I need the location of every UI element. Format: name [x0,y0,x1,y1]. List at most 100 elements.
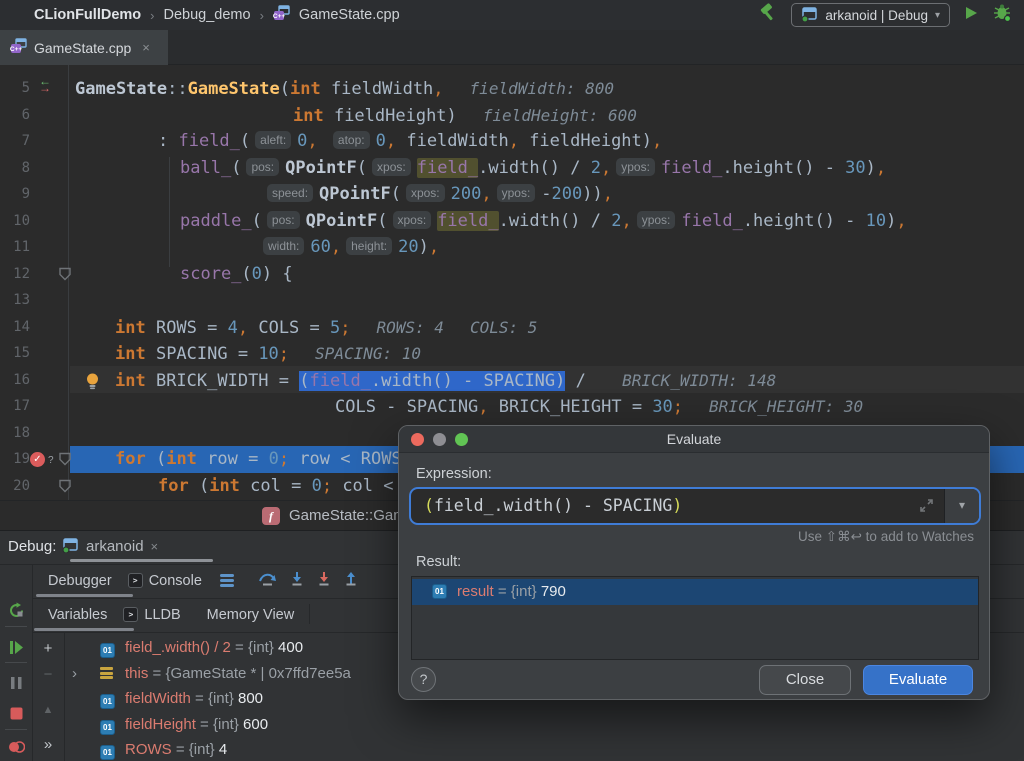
debug-bug-icon[interactable] [992,3,1012,27]
inline-debugger-value: BRICK_WIDTH: 148 [622,370,777,390]
tab-debugger[interactable]: Debugger [48,573,112,589]
build-hammer-icon[interactable] [758,2,778,28]
line-number: 15 [13,345,30,361]
dialog-title-bar[interactable]: Evaluate [399,426,989,453]
step-into-icon[interactable] [289,571,305,590]
code-token: - [541,184,552,204]
line-number: 14 [13,318,30,335]
code-token: 30 [652,397,673,417]
line-number: 9 [21,186,30,202]
result-row[interactable]: 01 result = {int} 790 [412,579,978,605]
breadcrumb-file[interactable]: GameState.cpp [299,7,400,23]
primitive-value-icon: 01 [432,584,447,599]
expression-value[interactable]: (field_.width() - SPACING) [424,489,682,522]
code-line[interactable]: 12 score_(0) { [0,261,1024,288]
debug-session-tab[interactable]: arkanoid × [62,531,158,562]
zoom-window-icon[interactable] [455,433,468,446]
resume-icon[interactable] [0,640,32,660]
line-number: 16 [13,371,30,388]
more-button[interactable]: » [32,736,64,753]
app-icon [801,6,818,25]
code-line[interactable]: 7: field_(aleft: 0, atop: 0, fieldWidth, f… [0,128,1024,155]
code-token: fieldHeight) [518,131,653,151]
result-text: result = {int} 790 [457,583,566,600]
tab-lldb[interactable]: LLDB [144,607,180,623]
remove-watch-button[interactable]: − [32,666,64,683]
code-token: ( [356,157,368,178]
tab-memory-view[interactable]: Memory View [207,607,295,623]
code-line[interactable]: 16 int BRICK_WIDTH = (field_.width() - SP… [0,367,1024,394]
terminal-icon: > [123,607,139,622]
run-configuration-selector[interactable]: arkanoid | Debug ▾ [791,3,950,27]
inline-marker-icon[interactable] [58,267,72,286]
close-window-icon[interactable] [411,433,424,446]
dialog-title: Evaluate [666,431,722,447]
expand-chevron-icon[interactable]: › [72,661,77,686]
code-token: 0 [297,131,308,151]
code-line[interactable]: 6 int fieldHeight) fieldHeight: 600 [0,102,1024,129]
code-token: : [158,131,179,151]
code-line[interactable]: 9 speed: QPointF(xpos: 200, ypos: -200)), [0,181,1024,208]
move-watch-up-button[interactable]: ▲ [32,704,64,716]
expand-icon[interactable] [919,498,934,518]
title-bar: CLionFullDemo › Debug_demo › C++ GameSta… [0,0,1024,30]
pause-icon[interactable] [0,676,32,695]
code-token: row = [196,449,269,469]
stop-icon[interactable] [0,707,32,725]
step-out-icon[interactable] [343,571,359,590]
variable-row[interactable]: 01 ROWS = {int} 4 [65,737,1024,761]
close-button[interactable]: Close [759,665,851,695]
evaluate-button[interactable]: Evaluate [863,665,973,695]
active-tab-indicator [34,628,134,631]
tab-console[interactable]: Console [149,573,202,589]
close-session-icon[interactable]: × [151,539,159,554]
code-token: .width() / [478,157,591,178]
inline-marker-icon[interactable] [58,479,72,498]
code-token: 4 [227,317,238,338]
code-line[interactable]: 15 int SPACING = 10; SPACING: 10 [0,340,1024,367]
parameter-hint: xpos: [372,157,411,176]
code-token: ( [145,449,167,469]
expression-input[interactable]: (field_.width() - SPACING) ▾ [411,489,979,523]
code-text: int SPACING = 10; SPACING: 10 [115,340,421,368]
help-button[interactable]: ? [411,667,436,692]
add-watch-button[interactable]: + [32,640,64,657]
code-token: , [433,79,444,99]
code-line[interactable]: 13 [0,287,1024,314]
layout-menu-icon[interactable] [219,572,234,590]
expression-history-dropdown[interactable]: ▾ [944,489,979,523]
parameter-hint: xpos: [392,210,432,229]
force-step-into-icon[interactable] [316,571,332,590]
code-line[interactable]: 14 int ROWS = 4, COLS = 5; ROWS: 4 COLS: 5 [0,314,1024,341]
mute-breakpoints-icon[interactable] [0,740,32,759]
code-token: QPointF [319,184,391,204]
result-list[interactable]: 01 result = {int} 790 [411,576,979,660]
code-token: ( [231,157,242,178]
code-token: col = [239,475,312,496]
editor-tab-gamestate[interactable]: C++ GameState.cpp × [0,30,168,65]
breadcrumb-project[interactable]: CLionFullDemo [34,7,141,23]
code-line[interactable]: 8 ball_(pos: QPointF(xpos: field_.width() /… [0,155,1024,182]
run-button[interactable] [963,5,979,26]
code-line[interactable]: 5 ← → GameState::GameState(int fieldWidth, f… [0,75,1024,102]
intention-bulb-icon[interactable] [85,372,100,395]
code-token: GameState [75,79,168,99]
close-tab-icon[interactable]: × [142,40,150,55]
code-line[interactable]: 10 paddle_(pos: QPointF(xpos: field_.width(… [0,208,1024,235]
code-token: score_ [180,263,242,284]
variable-row[interactable]: 01 fieldHeight = {int} 600 [65,712,1024,738]
primitive-value-icon: 01 [100,691,115,709]
code-line[interactable]: 17 COLS - SPACING, BRICK_HEIGHT = 30; BRIC… [0,393,1024,420]
code-token: int [289,79,321,99]
navigate-arrows-icon[interactable]: ← → [36,75,54,94]
code-token: ; [321,475,333,496]
breadcrumb-module[interactable]: Debug_demo [163,7,250,23]
rerun-icon[interactable] [0,602,32,624]
code-line[interactable]: 11 width: 60, height: 20), [0,234,1024,261]
tab-variables[interactable]: Variables [48,607,107,623]
code-token: , [478,397,489,417]
step-over-icon[interactable] [258,571,278,590]
inline-marker-icon[interactable] [58,452,72,471]
breakpoint-icon[interactable]: ✓ [30,452,45,467]
minimize-window-icon[interactable] [433,433,446,446]
